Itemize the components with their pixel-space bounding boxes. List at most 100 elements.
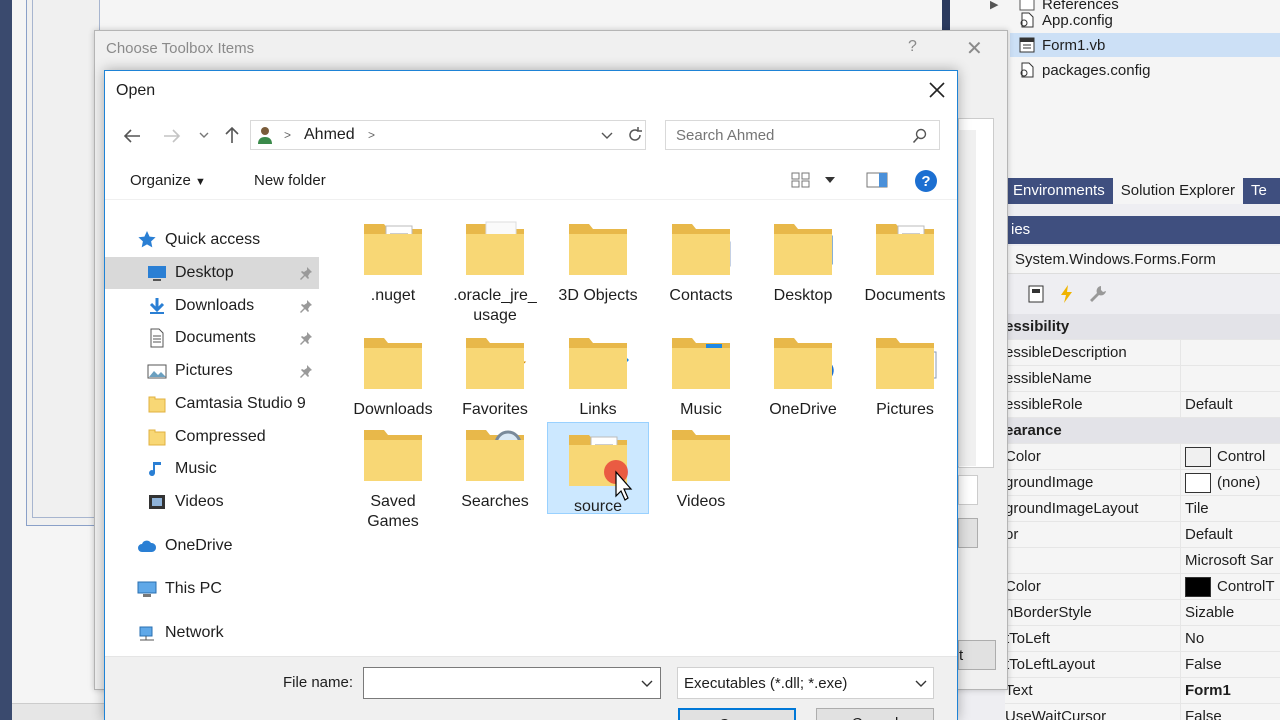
search-icon[interactable] (912, 128, 928, 144)
nav-item-downloads[interactable]: Downloads (105, 290, 319, 322)
view-dropdown-icon[interactable] (824, 176, 836, 184)
help-icon[interactable]: ? (914, 169, 938, 193)
pin-icon[interactable] (299, 331, 313, 345)
nav-item-compressed[interactable]: Compressed (105, 421, 319, 453)
property-row[interactable]: groundImage (none) (1005, 470, 1280, 496)
forward-arrow-icon[interactable] (162, 127, 182, 145)
recent-locations-chevron-icon[interactable] (198, 130, 210, 140)
address-dropdown-icon[interactable] (600, 130, 614, 140)
file-name-input[interactable] (363, 667, 661, 699)
cancel-button[interactable]: Cancel (816, 708, 934, 720)
property-value[interactable]: ControlT (1180, 574, 1280, 599)
nav-item-music[interactable]: Music (105, 453, 319, 485)
property-row[interactable]: tToLeftLayout False (1005, 652, 1280, 678)
up-arrow-icon[interactable] (222, 125, 242, 145)
pin-icon[interactable] (299, 364, 313, 378)
property-value[interactable]: Default (1180, 392, 1280, 417)
preview-pane-icon[interactable] (866, 172, 888, 188)
property-row[interactable]: Color Control (1005, 444, 1280, 470)
property-row[interactable]: or Default (1005, 522, 1280, 548)
solution-item-packages-config[interactable]: packages.config (1018, 58, 1150, 82)
refresh-icon[interactable] (626, 126, 644, 144)
property-row[interactable]: nBorderStyle Sizable (1005, 600, 1280, 626)
toolbox-filter-field[interactable] (958, 475, 978, 505)
solution-item-form1[interactable]: Form1.vb (1010, 33, 1280, 57)
tab-team[interactable]: Te (1243, 178, 1275, 204)
property-row[interactable]: Microsoft Sar (1005, 548, 1280, 574)
folder-item-documents[interactable]: Documents (854, 216, 956, 306)
property-row[interactable]: groundImageLayout Tile (1005, 496, 1280, 522)
property-row[interactable]: UseWaitCursor False (1005, 704, 1280, 720)
folder-item-videos[interactable]: Videos (650, 422, 752, 512)
toolbox-ok-button[interactable]: t (958, 640, 996, 670)
back-arrow-icon[interactable] (122, 127, 142, 145)
nav-item-videos[interactable]: Videos (105, 486, 319, 518)
breadcrumb-chevron-icon[interactable]: > (368, 128, 375, 142)
property-value[interactable]: False (1180, 652, 1280, 677)
toolbox-clear-button[interactable] (958, 518, 978, 548)
change-view-icon[interactable] (791, 172, 811, 188)
nav-item-camtasia-studio-9[interactable]: Camtasia Studio 9 (105, 388, 319, 420)
tab-solution-explorer[interactable]: Solution Explorer (1112, 178, 1243, 204)
wrench-icon[interactable] (1087, 283, 1109, 305)
property-row[interactable]: essibleDescription (1005, 340, 1280, 366)
property-row[interactable]: essibleName (1005, 366, 1280, 392)
organize-button[interactable]: Organize ▼ (130, 172, 206, 189)
properties-object-selector[interactable]: System.Windows.Forms.Form (1005, 246, 1280, 274)
new-folder-button[interactable]: New folder (254, 172, 326, 189)
folder-item-saved-games[interactable]: Saved Games (342, 422, 444, 532)
toolbox-list-scrollbar[interactable] (958, 130, 976, 466)
property-value[interactable] (1180, 366, 1280, 391)
property-value[interactable]: Default (1180, 522, 1280, 547)
folder-item-downloads[interactable]: Downloads (342, 330, 444, 420)
toolbox-close-button[interactable]: ✕ (966, 36, 983, 61)
folder-item-favorites[interactable]: Favorites (444, 330, 546, 420)
folder-item-music[interactable]: Music (650, 330, 752, 420)
solution-item-app-config[interactable]: App.config (1018, 8, 1113, 32)
search-box[interactable] (665, 120, 940, 150)
property-category[interactable]: essibility (1005, 314, 1280, 340)
folder-item-desktop[interactable]: Desktop (752, 216, 854, 306)
property-row[interactable]: Color ControlT (1005, 574, 1280, 600)
file-name-dropdown-icon[interactable] (641, 680, 653, 688)
tab-environments[interactable]: Environments (1005, 178, 1113, 204)
nav-item-network[interactable]: Network (105, 617, 319, 649)
folder-item-contacts[interactable]: Contacts (650, 216, 752, 306)
expand-arrow-icon[interactable]: ▶ (990, 0, 998, 11)
help-button[interactable]: ? (908, 38, 917, 56)
property-value[interactable]: Control (1180, 444, 1280, 469)
folder-item-links[interactable]: Links (547, 330, 649, 420)
property-value[interactable]: Microsoft Sar (1180, 548, 1280, 573)
pin-icon[interactable] (299, 299, 313, 313)
nav-item-onedrive[interactable]: OneDrive (105, 530, 319, 562)
breadcrumb-ahmed[interactable]: Ahmed (304, 126, 355, 144)
property-value[interactable]: Tile (1180, 496, 1280, 521)
property-value[interactable]: False (1180, 704, 1280, 720)
property-value[interactable]: No (1180, 626, 1280, 651)
folder-item-searches[interactable]: Searches (444, 422, 546, 512)
nav-item-this-pc[interactable]: This PC (105, 573, 319, 605)
events-lightning-icon[interactable] (1057, 283, 1077, 305)
property-value[interactable]: Form1 (1180, 678, 1280, 703)
pin-icon[interactable] (299, 266, 313, 280)
folder-item-nuget[interactable]: .nuget (342, 216, 444, 306)
property-pages-icon[interactable] (1025, 283, 1047, 305)
nav-item-quick-access[interactable]: Quick access (105, 224, 319, 256)
property-value[interactable]: (none) (1180, 470, 1280, 495)
nav-item-desktop[interactable]: Desktop (105, 257, 319, 289)
property-value[interactable]: Sizable (1180, 600, 1280, 625)
close-icon[interactable] (927, 80, 947, 100)
open-button[interactable]: Open (678, 708, 796, 720)
property-row[interactable]: tToLeft No (1005, 626, 1280, 652)
folder-item-onedrive[interactable]: OneDrive (752, 330, 854, 420)
folder-item-pictures[interactable]: Pictures (854, 330, 956, 420)
folder-item-oracle-jre-usage[interactable]: .oracle_jre_ usage (444, 216, 546, 326)
property-value[interactable] (1180, 340, 1280, 365)
nav-item-documents[interactable]: Documents (105, 322, 319, 354)
file-type-select[interactable]: Executables (*.dll; *.exe) (677, 667, 934, 699)
property-category[interactable]: earance (1005, 418, 1280, 444)
folder-item-3d-objects[interactable]: 3D Objects (547, 216, 649, 306)
nav-item-pictures[interactable]: Pictures (105, 355, 319, 387)
property-row[interactable]: essibleRole Default (1005, 392, 1280, 418)
search-input[interactable] (666, 121, 906, 149)
